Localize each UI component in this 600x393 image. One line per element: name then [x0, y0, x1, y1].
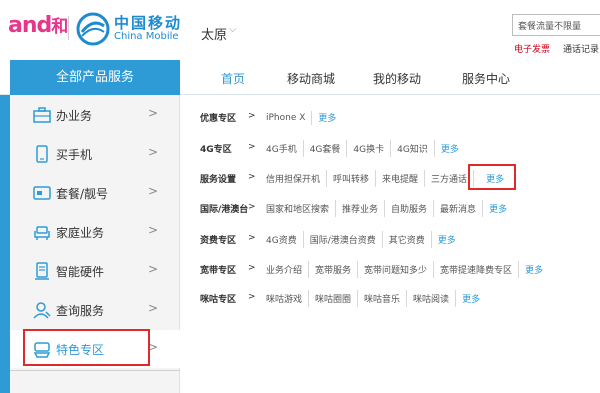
sidebar-item-query[interactable]: 查询服务 >	[10, 291, 180, 329]
brand-name-en: China Mobile	[114, 31, 179, 42]
chevron-right-icon: >	[148, 223, 159, 237]
more-link[interactable]: 更多	[519, 261, 549, 278]
link-migu-reading[interactable]: 咪咕阅读	[407, 290, 457, 307]
more-link[interactable]: 更多	[432, 231, 462, 248]
link-broadband-service[interactable]: 宽带服务	[309, 261, 359, 278]
link-broadband-faq[interactable]: 宽带问题知多少	[358, 261, 435, 278]
link-migu-games[interactable]: 咪咕游戏	[260, 290, 310, 307]
sidebar-item-label: 家庭业务	[56, 226, 105, 240]
row-separator: >	[248, 292, 256, 302]
sidebar-item-label: 买手机	[56, 148, 93, 162]
link-self-service[interactable]: 自助服务	[385, 200, 435, 217]
link-4g-knowledge[interactable]: 4G知识	[391, 140, 435, 157]
row-separator: >	[248, 263, 256, 273]
sidebar-item-smart-hardware[interactable]: 智能硬件 >	[10, 252, 180, 290]
sim-card-icon	[33, 186, 51, 200]
link-migu-music[interactable]: 咪咕音乐	[358, 290, 408, 307]
sidebar-item-plans[interactable]: 套餐/靓号 >	[10, 174, 180, 212]
all-services-button[interactable]: 全部产品服务	[10, 60, 180, 95]
sidebar-item-label: 查询服务	[56, 304, 105, 318]
row-separator: >	[248, 142, 256, 152]
chevron-right-icon: >	[148, 262, 159, 276]
link-4g-plans[interactable]: 4G套餐	[304, 140, 348, 157]
user-search-icon	[33, 302, 51, 319]
and-logo[interactable]: and和	[8, 12, 68, 38]
special-zone-highlight-box	[23, 329, 150, 366]
row-separator: >	[248, 172, 256, 182]
more-link-highlight-box	[468, 164, 516, 190]
brand-name-cn: 中国移动	[114, 14, 183, 32]
row-links: 业务介绍 宽带服务 宽带问题知多少 宽带提速降费专区 更多	[260, 261, 549, 278]
link-4g-phones[interactable]: 4G手机	[260, 140, 304, 157]
more-link[interactable]: 更多	[312, 109, 342, 126]
row-title: 资费专区	[200, 236, 237, 246]
briefcase-icon	[33, 107, 51, 123]
smart-device-icon	[35, 262, 49, 280]
header: and和 中国移动 China Mobile 太原 ⌵ 套餐流量不限量 电子发票…	[0, 0, 600, 60]
call-records-link[interactable]: 通话记录	[563, 42, 599, 55]
nav-service-center[interactable]: 服务中心	[462, 70, 510, 87]
link-4g-tariffs[interactable]: 4G资费	[260, 231, 304, 248]
row-links: 咪咕游戏 咪咕圈圈 咪咕音乐 咪咕阅读 更多	[260, 290, 486, 307]
row-title: 优惠专区	[200, 114, 237, 124]
chevron-right-icon: >	[148, 301, 159, 315]
sidebar-item-business[interactable]: 办业务 >	[10, 96, 180, 134]
city-selector[interactable]: 太原	[201, 24, 227, 43]
search-input[interactable]: 套餐流量不限量	[512, 14, 600, 36]
nav-mall[interactable]: 移动商城	[287, 70, 335, 87]
chevron-right-icon: >	[148, 145, 159, 159]
page: and和 中国移动 China Mobile 太原 ⌵ 套餐流量不限量 电子发票…	[0, 0, 600, 393]
sidebar-item-buy-phone[interactable]: 买手机 >	[10, 135, 180, 173]
row-links: 国家和地区搜索 推荐业务 自助服务 最新消息 更多	[260, 200, 513, 217]
row-links: iPhone X 更多	[260, 109, 342, 126]
row-title: 国际/港澳台	[200, 205, 249, 215]
sofa-icon	[34, 226, 50, 240]
china-mobile-logo-icon[interactable]	[76, 12, 110, 46]
more-link[interactable]: 更多	[483, 200, 513, 217]
sidebar-accent	[0, 95, 10, 393]
row-separator: >	[248, 202, 256, 212]
link-recommended[interactable]: 推荐业务	[336, 200, 386, 217]
link-iphone-x[interactable]: iPhone X	[260, 110, 313, 125]
sidebar-item-label: 办业务	[56, 109, 93, 123]
more-link[interactable]: 更多	[456, 290, 486, 307]
row-title: 服务设置	[200, 175, 237, 185]
row-title: 宽带专区	[200, 266, 237, 276]
link-intro[interactable]: 业务介绍	[260, 261, 310, 278]
and-logo-he: 和	[51, 17, 68, 37]
link-country-search[interactable]: 国家和地区搜索	[260, 200, 337, 217]
nav-home[interactable]: 首页	[221, 70, 245, 87]
sidebar-item-label: 智能硬件	[56, 265, 105, 279]
row-title: 4G专区	[200, 145, 232, 155]
phone-icon	[36, 145, 48, 163]
chevron-down-icon[interactable]: ⌵	[229, 24, 237, 35]
chevron-right-icon: >	[148, 106, 159, 120]
sidebar-item-family[interactable]: 家庭业务 >	[10, 213, 180, 251]
logo-divider	[68, 16, 69, 40]
sidebar-item-label: 套餐/靓号	[56, 187, 109, 201]
link-call-forwarding[interactable]: 呼叫转移	[327, 170, 377, 187]
link-latest-news[interactable]: 最新消息	[434, 200, 484, 217]
link-migu-circle[interactable]: 咪咕圈圈	[309, 290, 359, 307]
row-links: 4G手机 4G套餐 4G换卡 4G知识 更多	[260, 140, 465, 157]
link-other-tariffs[interactable]: 其它资费	[383, 231, 432, 248]
row-separator: >	[248, 111, 256, 121]
and-logo-text: and	[8, 13, 52, 38]
e-invoice-link[interactable]: 电子发票	[514, 42, 550, 55]
nav-my-mobile[interactable]: 我的移动	[373, 70, 421, 87]
more-link[interactable]: 更多	[435, 140, 465, 157]
link-intl-tariffs[interactable]: 国际/港澳台资费	[304, 231, 383, 248]
link-4g-card-swap[interactable]: 4G换卡	[347, 140, 392, 157]
chevron-right-icon: >	[148, 184, 159, 198]
link-speedup-zone[interactable]: 宽带提速降费专区	[434, 261, 520, 278]
link-call-reminder[interactable]: 来电提醒	[376, 170, 426, 187]
row-title: 咪咕专区	[200, 295, 237, 305]
row-links: 4G资费 国际/港澳台资费 其它资费 更多	[260, 231, 462, 248]
link-credit-guarantee[interactable]: 信用担保开机	[260, 170, 328, 187]
sidebar-divider	[10, 370, 180, 371]
link-three-way-call[interactable]: 三方通话	[425, 170, 475, 187]
row-separator: >	[248, 233, 256, 243]
